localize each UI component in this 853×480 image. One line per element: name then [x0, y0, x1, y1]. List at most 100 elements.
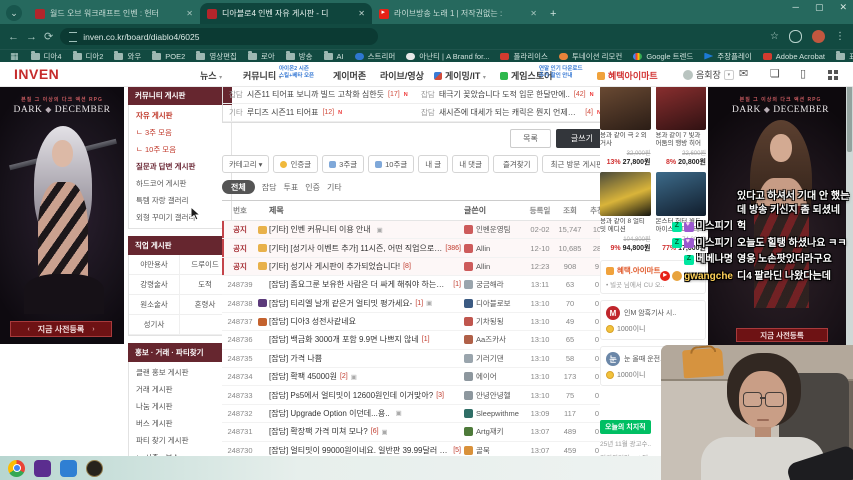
profile-avatar[interactable]	[812, 30, 825, 43]
nav-community[interactable]: 커뮤니티 ▾	[243, 69, 282, 82]
bookmark-icon[interactable]: ❏	[770, 67, 780, 80]
nav-news[interactable]: 뉴스 ▾	[200, 69, 222, 82]
sidebar-item[interactable]: ㄴ 10주 모음	[129, 141, 231, 158]
store-item[interactable]: 용과 같이 극 2 외 거사 32,000원 13% 27,800원	[600, 86, 651, 167]
taskbar-app-icon[interactable]	[8, 459, 25, 477]
preregister-button[interactable]: ‹ 지금 사전등록 ›	[10, 321, 112, 337]
bookmark-item[interactable]: Adobe Acrobat	[762, 51, 825, 62]
nav-live-video[interactable]: 라이브/영상	[380, 69, 424, 82]
maximize-button[interactable]: ▢	[815, 2, 824, 13]
popular-post[interactable]: 기타 루디즈 시즌11 티어표 [12] N	[223, 104, 415, 122]
sidebar-item[interactable]: ㄴ 3주 모음	[129, 124, 231, 141]
table-row[interactable]: 248739 [잡담] 좀요그룬 보유한 사람은 더 싸게 해줘야 하는거 아니…	[222, 276, 608, 295]
bookmark-item[interactable]: 영상편집	[196, 50, 237, 62]
nav-gamerzone[interactable]: 게이머존	[333, 69, 366, 82]
post-title-link[interactable]: [잡담] 디아3 성전사같네요	[269, 316, 464, 327]
post-title-link[interactable]: [잡담] 확장팩 가격 미쳐 모나? [6] ▣	[269, 426, 464, 437]
category-tab[interactable]: 잡담	[262, 182, 277, 193]
apps-grid-icon[interactable]: ▦	[10, 51, 20, 62]
sidebar-job-item[interactable]: 성기사	[129, 315, 180, 335]
tab-close-icon[interactable]: ✕	[186, 9, 193, 18]
taskbar-app-icon[interactable]	[60, 459, 77, 477]
sidebar-job-item[interactable]: 원소술사	[129, 295, 180, 315]
sidebar-item[interactable]: 나눔 게시판	[129, 398, 231, 415]
table-row[interactable]: 248733 [잡담] Ps5에서 얼티밋이 12600원인데 이거맞아? [3…	[222, 386, 608, 405]
table-row[interactable]: 248737 [잡담] 디아3 성전사같네요 기차됭됭 13:10 49 0	[222, 312, 608, 332]
filter-button[interactable]: 3주글	[322, 155, 365, 173]
promo-aion[interactable]: 아이온2 시즌 스킬+베타 오픈	[279, 66, 314, 80]
post-title-link[interactable]: [잡담] Ps5에서 얼티밋이 12600원인데 이거맞아? [3]	[269, 390, 464, 401]
filter-button[interactable]: 내 글	[418, 155, 449, 173]
inven-logo[interactable]: INVEN	[14, 66, 59, 82]
post-title-link[interactable]: [잡담] Upgrade Option 이던데...용.. ▣	[269, 408, 464, 419]
post-author[interactable]: 에이어	[464, 371, 526, 382]
forward-icon[interactable]: →	[26, 31, 37, 43]
post-title-link[interactable]: [잡담] 백금화 3000개 포함 9.9면 나쁘지 않네 [1]	[269, 334, 464, 345]
browser-tab[interactable]: 월드 오브 워크래프트 인벤 : 헌터 ✕	[28, 3, 200, 24]
close-button[interactable]: ✕	[839, 2, 847, 13]
post-author[interactable]: 디아블로보	[464, 298, 526, 309]
tab-close-icon[interactable]: ✕	[358, 9, 365, 18]
filter-button[interactable]: 내 댓글	[452, 155, 489, 173]
table-row[interactable]: 248736 [잡담] 백금화 3000개 포함 9.9면 나쁘지 않네 [1]…	[222, 331, 608, 350]
mail-icon[interactable]: ✉	[739, 67, 748, 80]
table-row[interactable]: 248731 [잡담] 확장팩 가격 미쳐 모나? [6] ▣ Artg재키 1…	[222, 423, 608, 442]
filter-button[interactable]: 카테고리 ▾	[222, 155, 270, 173]
post-title-link[interactable]: [잡담] 티리엘 날개 같은거 얼티밋 평가세요- [1] ▣	[269, 298, 464, 309]
promo-store-sale[interactable]: 연말 인기 다운로드 추가 할인 안내	[539, 66, 583, 80]
post-author[interactable]: 기차됭됭	[464, 316, 526, 327]
benefit-item[interactable]: M 인M 암흑기사 시.. 1000이니	[600, 300, 706, 340]
category-tab[interactable]: 기타	[327, 182, 342, 193]
bookmark-item[interactable]: POE2	[152, 50, 185, 62]
back-icon[interactable]: ←	[8, 31, 19, 43]
bookmark-item[interactable]: 로아	[247, 50, 275, 62]
post-title-link[interactable]: [잡담] 가격 나쁨	[269, 353, 464, 364]
apps-grid-icon[interactable]	[828, 70, 832, 74]
bookmark-item[interactable]: 표	[836, 50, 853, 62]
sidebar-item[interactable]: 클랜 홍보 게시판	[129, 364, 231, 381]
dark-december-ad-left[interactable]: 본질 그 이상의 다크 액션 RPG DARK ◆ DECEMBER ‹ 지금 …	[0, 86, 124, 344]
popular-post[interactable]: 잡담 새시즌에 대세가 되는 캐릭은 뭔지 언제알수있.. [4] N	[415, 104, 607, 122]
tab-search-chevron-icon[interactable]: ⌄	[6, 5, 22, 21]
minimize-button[interactable]: ─	[793, 2, 799, 13]
post-author[interactable]: Aa즈카사	[464, 334, 526, 345]
nav-gaming-it[interactable]: 게이밍/IT ▾	[434, 69, 486, 82]
store-item[interactable]: 용과 같이 7 빛과 어둠의 행방 히어로.. 22,600원 8%20,800…	[655, 86, 706, 167]
sidebar-item[interactable]: 버스 게시판	[129, 415, 231, 432]
sidebar-item[interactable]: 하드코어 게시판	[129, 175, 231, 192]
scrollbar-thumb[interactable]	[847, 78, 852, 152]
nav-benefit-mart[interactable]: 혜택아이마트	[597, 69, 658, 82]
post-title-link[interactable]: [기타] [성기사 이벤트 추가] 11시즌, 어떤 직업으로 시... [38…	[269, 243, 464, 254]
bookmark-item[interactable]: 방송	[285, 50, 313, 62]
user-dropdown-icon[interactable]: ▾	[723, 69, 734, 80]
taskbar-app-icon[interactable]	[34, 459, 51, 477]
post-author[interactable]: 안녕안녕헬	[464, 390, 526, 401]
filter-button[interactable]: 10주글	[368, 155, 415, 173]
bookmark-item[interactable]: 아난티 | A Brand for...	[406, 51, 489, 62]
sidebar-item[interactable]: 특템 자랑 갤러리	[129, 192, 231, 209]
category-tab[interactable]: 전체	[222, 180, 255, 194]
post-author[interactable]: 인벤운영팀	[464, 224, 526, 235]
category-tab[interactable]: 인증	[305, 182, 320, 193]
bookmark-item[interactable]: 디아2	[72, 50, 103, 62]
table-row[interactable]: 공지 [기타] 인벤 커뮤니티 이용 안내 ▣ 인벤운영팀 02-02 15,7…	[222, 221, 608, 240]
bookmark-item[interactable]: 폴라리이스	[500, 51, 548, 62]
post-title-link[interactable]: [잡담] 좀요그룬 보유한 사람은 더 싸게 해줘야 하는거 아니냐 [1]	[269, 279, 464, 290]
table-row[interactable]: 공지 [기타] 성기사 게시판이 추가되었습니다! [8] Allin 12:2…	[222, 257, 608, 277]
browser-tab[interactable]: 라이브방송 노래 1 | 저작권없는 : ✕	[372, 3, 544, 24]
taskbar-app-icon[interactable]	[86, 459, 103, 477]
post-author[interactable]: Allin	[464, 261, 526, 271]
bookmark-item[interactable]: 투네이션 리모컨	[558, 51, 622, 62]
popular-post[interactable]: 잡담 시즌11 티어표 보니까 빌드 고착화 심한듯 [17] N	[223, 86, 415, 104]
bookmark-star-icon[interactable]: ☆	[770, 31, 779, 42]
bookmark-item[interactable]: 스트리머	[354, 51, 395, 62]
site-settings-icon[interactable]	[69, 31, 78, 42]
sidebar-item[interactable]: 자유 게시판	[129, 107, 231, 124]
filter-button[interactable]: 인증글	[273, 155, 319, 173]
post-author[interactable]: Allin	[464, 243, 526, 253]
table-row[interactable]: 248734 [잡담] 확팩 45000원 [2] ▣ 에이어 13:10 17…	[222, 368, 608, 387]
bookmark-item[interactable]: 디아4	[30, 50, 62, 62]
post-title-link[interactable]: [잡담] 확팩 45000원 [2] ▣	[269, 371, 464, 382]
table-row[interactable]: 248732 [잡담] Upgrade Option 이던데...용.. ▣ S…	[222, 404, 608, 424]
sidebar-job-item[interactable]: 야만용사	[129, 255, 180, 275]
